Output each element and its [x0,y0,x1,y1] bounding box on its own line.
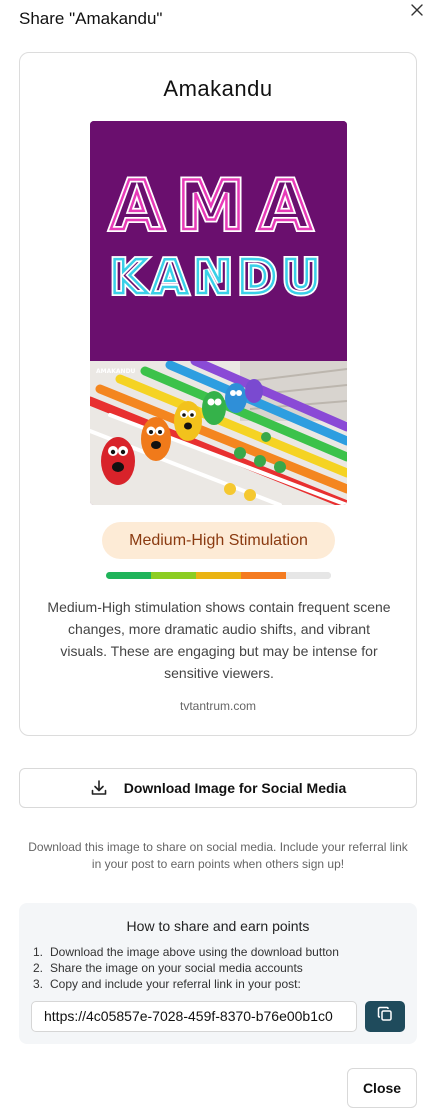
poster-logo-line1-color: AMA [109,166,326,248]
download-icon [90,779,108,797]
stimulation-meter [106,572,331,579]
poster-logo-area: AMA AMA KANDU KANDU [90,121,347,361]
site-name: tvtantrum.com [179,699,257,713]
download-button-label: Download Image for Social Media [123,780,347,796]
poster-corner-logo: AMAKANDU [96,368,136,375]
list-item: 2. Share the image on your social media a… [33,961,303,975]
download-hint: Download this image to share on social m… [28,840,408,871]
meter-segment [241,572,286,579]
list-item: 3. Copy and include your referral link in… [33,977,301,991]
show-poster-image: AMA AMA KANDU KANDU AMAKANDU [90,121,347,505]
share-card: Amakandu AMA AMA KANDU KANDU AMAKANDU Me… [19,52,417,736]
svg-text:AMA: AMA [111,167,326,246]
poster-illustration: AMAKANDU [90,361,347,505]
meter-segment [106,572,151,579]
close-icon[interactable] [407,0,427,20]
meter-segment [196,572,241,579]
stimulation-level-badge: Medium-High Stimulation [102,522,335,559]
copy-link-button[interactable] [365,1001,405,1032]
how-to-share-title: How to share and earn points [126,918,310,934]
meter-segment [151,572,196,579]
modal-title: Share "Amakandu" [19,9,163,28]
close-button[interactable]: Close [347,1068,417,1108]
stimulation-description: Medium-High stimulation shows contain fr… [47,599,391,681]
list-item: 1. Download the image above using the dow… [33,945,339,959]
how-to-share-panel: How to share and earn points 1. Download … [19,903,417,1044]
poster-logo-line2-color: KANDU [109,249,325,306]
meter-segment [286,572,331,579]
copy-icon [377,1006,393,1027]
how-to-share-steps: 1. Download the image above using the dow… [33,944,339,992]
download-image-button[interactable]: Download Image for Social Media [19,768,417,808]
referral-link-field[interactable]: https://4c05857e-7028-459f-8370-b76e00b1… [31,1001,357,1032]
svg-text:KANDU: KANDU [110,250,325,304]
show-title: Amakandu [163,76,273,101]
